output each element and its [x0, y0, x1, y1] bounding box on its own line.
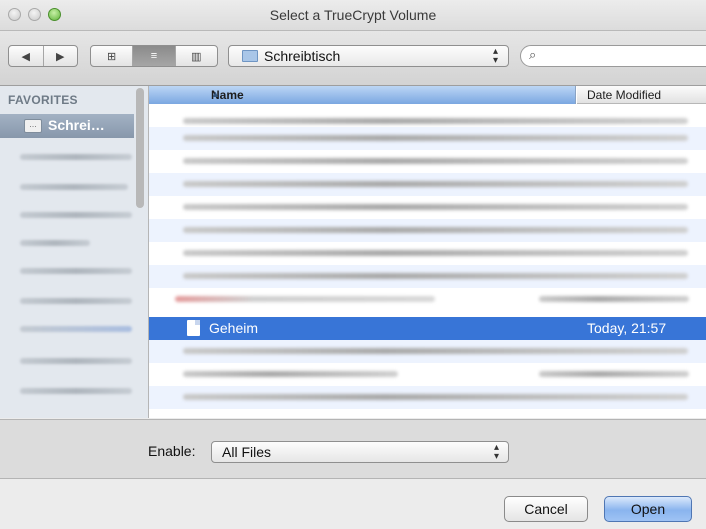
- location-popup[interactable]: Schreibtisch ▴ ▾: [228, 45, 509, 67]
- grid-icon: ⊞: [107, 50, 117, 63]
- sidebar-heading: FAVORITES: [8, 93, 78, 107]
- cancel-button[interactable]: Cancel: [504, 496, 588, 522]
- back-forward-control: ◀ ▶: [8, 45, 78, 67]
- file-type-select[interactable]: All Files ▴ ▾: [211, 441, 509, 463]
- file-name: Geheim: [209, 320, 259, 336]
- file-type-value: All Files: [222, 444, 272, 460]
- blurred-sidebar-item[interactable]: [20, 268, 132, 274]
- list-icon: ≡: [150, 50, 158, 62]
- file-row[interactable]: [149, 127, 706, 150]
- file-row[interactable]: [149, 173, 706, 196]
- search-input[interactable]: [547, 48, 706, 66]
- desktop-folder-icon: …: [24, 119, 42, 133]
- blurred-sidebar-item[interactable]: [20, 326, 132, 332]
- blurred-sidebar-item[interactable]: [20, 184, 128, 190]
- sort-ascending-icon: ▲: [211, 89, 220, 99]
- file-row[interactable]: [149, 340, 706, 363]
- search-icon: ⌕: [529, 47, 537, 62]
- file-row[interactable]: [149, 219, 706, 242]
- file-row[interactable]: [149, 104, 706, 127]
- blurred-sidebar-item[interactable]: [20, 154, 132, 160]
- window-title: Select a TrueCrypt Volume: [269, 7, 437, 23]
- file-row-selected[interactable]: Geheim Today, 21:57: [149, 317, 706, 340]
- popup-arrows-icon: ▴ ▾: [492, 46, 498, 66]
- file-row[interactable]: [149, 150, 706, 173]
- title-bar: Select a TrueCrypt Volume: [0, 0, 706, 31]
- toolbar: ◀ ▶ ⊞ ≡ ▥ Schreibtisch ▴ ▾ ⌕: [0, 31, 706, 86]
- blurred-sidebar-item[interactable]: [20, 298, 132, 304]
- sidebar: FAVORITES … Schrei…: [0, 86, 149, 418]
- file-list: Name ▲ Date Modified Geheim Today, 21:57: [149, 86, 706, 418]
- file-row[interactable]: [149, 242, 706, 265]
- file-row[interactable]: [149, 196, 706, 219]
- back-button[interactable]: ◀: [9, 46, 44, 66]
- list-header: Name ▲ Date Modified: [149, 86, 706, 104]
- blurred-sidebar-item[interactable]: [20, 388, 132, 394]
- blurred-sidebar-item[interactable]: [20, 358, 132, 364]
- column-view-button[interactable]: ▥: [176, 46, 217, 66]
- file-date-modified: Today, 21:57: [587, 320, 667, 336]
- document-icon: [187, 320, 200, 336]
- columns-icon: ▥: [191, 50, 202, 63]
- forward-button[interactable]: ▶: [44, 46, 78, 66]
- date-header-label: Date Modified: [587, 88, 662, 102]
- file-row[interactable]: [149, 265, 706, 288]
- file-row[interactable]: [149, 288, 706, 311]
- sidebar-item-schreibtisch[interactable]: … Schrei…: [0, 114, 134, 138]
- sidebar-scrollbar[interactable]: [135, 86, 145, 418]
- location-label: Schreibtisch: [264, 48, 341, 64]
- open-button[interactable]: Open: [604, 496, 692, 522]
- blurred-sidebar-item[interactable]: [20, 212, 132, 218]
- scrollbar-thumb[interactable]: [136, 88, 144, 208]
- sidebar-item-label: Schrei…: [48, 117, 105, 133]
- search-field[interactable]: ⌕: [520, 45, 706, 67]
- back-arrow-icon: ◀: [21, 50, 30, 63]
- view-mode-control: ⊞ ≡ ▥: [90, 45, 218, 67]
- file-type-filter-bar: Enable: All Files ▴ ▾: [0, 419, 706, 479]
- file-row[interactable]: [149, 363, 706, 386]
- date-modified-column-header[interactable]: Date Modified: [577, 86, 706, 104]
- forward-arrow-icon: ▶: [56, 50, 65, 63]
- icon-view-button[interactable]: ⊞: [91, 46, 134, 66]
- file-dialog-window: Select a TrueCrypt Volume ◀ ▶ ⊞ ≡ ▥ Schr…: [0, 0, 706, 529]
- folder-icon: [242, 50, 258, 62]
- blurred-sidebar-item[interactable]: [20, 240, 90, 246]
- enable-label: Enable:: [148, 443, 196, 459]
- file-row[interactable]: [149, 386, 706, 409]
- name-column-header[interactable]: Name ▲: [149, 86, 576, 104]
- list-view-button[interactable]: ≡: [133, 46, 176, 66]
- popup-arrows-icon: ▴ ▾: [493, 442, 499, 462]
